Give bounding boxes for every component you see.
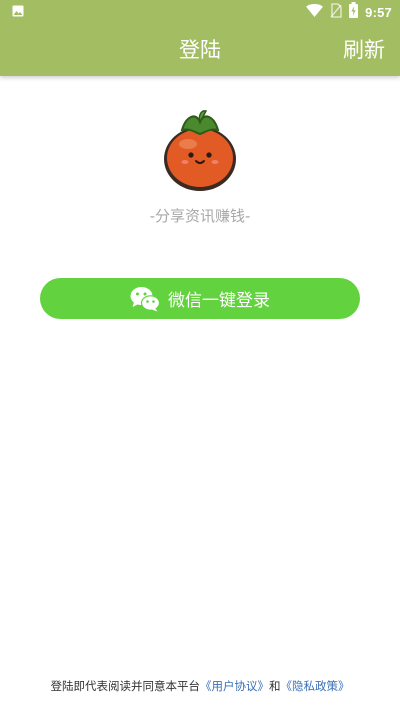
wifi-icon [306, 3, 324, 21]
agreement-prefix: 登陆即代表阅读并同意本平台 [50, 679, 201, 693]
status-bar: 9:57 [0, 0, 400, 24]
refresh-button[interactable]: 刷新 [343, 36, 385, 64]
user-agreement-link[interactable]: 《用户协议》 [200, 679, 269, 693]
page-title: 登陆 [179, 38, 221, 62]
status-icons: 9:57 [306, 2, 392, 22]
image-icon [12, 5, 24, 17]
status-time: 9:57 [365, 4, 392, 20]
persimmon-mascot-icon [162, 108, 238, 192]
privacy-policy-link[interactable]: 《隐私政策》 [281, 679, 350, 693]
battery-charging-icon [349, 2, 359, 22]
wechat-login-button[interactable]: 微信一键登录 [40, 278, 360, 319]
wechat-login-label: 微信一键登录 [168, 291, 270, 311]
no-sim-icon [330, 2, 342, 22]
wechat-icon [130, 286, 160, 312]
app-bar: 9:57 登陆 刷新 [0, 0, 400, 76]
agreement-conjunction: 和 [269, 679, 281, 693]
slogan-text: -分享资讯赚钱- [149, 207, 251, 225]
agreement-footer: 登陆即代表阅读并同意本平台《用户协议》和《隐私政策》 [0, 678, 400, 694]
